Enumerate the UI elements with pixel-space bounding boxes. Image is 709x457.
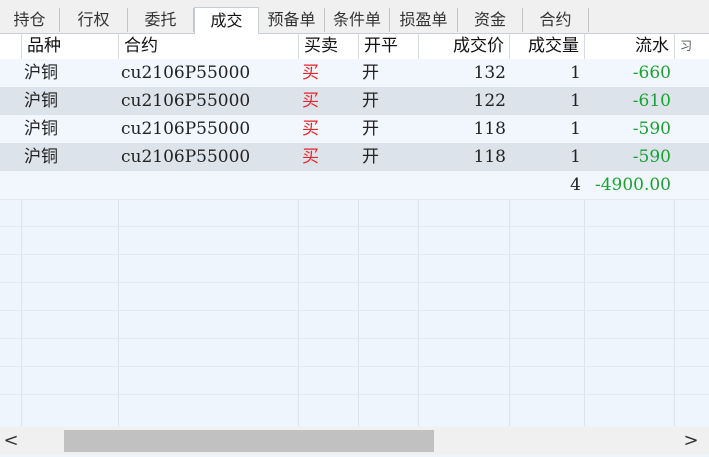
cell-contract: cu2106P55000 xyxy=(121,119,251,139)
table-row[interactable]: 沪铜 cu2106P55000 买 开 118 1 -590 xyxy=(0,115,709,143)
cell-flow: -590 xyxy=(632,147,671,167)
empty-row xyxy=(0,255,709,283)
column-header-qty[interactable]: 成交量 xyxy=(510,34,585,59)
empty-row xyxy=(0,227,709,255)
cell-contract: cu2106P55000 xyxy=(121,63,251,83)
cell-variety: 沪铜 xyxy=(24,119,58,139)
tab-exercise[interactable]: 行权 xyxy=(60,8,128,32)
scroll-right-icon[interactable]: > xyxy=(680,429,702,453)
tab-funds[interactable]: 资金 xyxy=(458,8,523,32)
tab-preorders[interactable]: 预备单 xyxy=(259,8,325,32)
empty-row xyxy=(0,311,709,339)
trades-table: 品种 合约 买卖 开平 成交价 成交量 流水 习 沪铜 cu2106P55000… xyxy=(0,34,709,426)
cell-price: 122 xyxy=(473,91,506,111)
tab-stop-profit[interactable]: 损盈单 xyxy=(390,8,458,32)
column-header-contract[interactable]: 合约 xyxy=(119,34,299,59)
horizontal-scrollbar[interactable]: < > xyxy=(0,427,709,455)
cell-flow: -660 xyxy=(632,63,671,83)
tab-conditional[interactable]: 条件单 xyxy=(325,8,390,32)
empty-row xyxy=(0,199,709,227)
column-header-openclose[interactable]: 开平 xyxy=(359,34,419,59)
totals-row: 4 -4900.00 xyxy=(0,171,709,200)
scroll-thumb[interactable] xyxy=(64,430,434,452)
empty-row xyxy=(0,339,709,367)
cell-qty: 1 xyxy=(570,91,581,111)
cell-side: 买 xyxy=(302,91,319,111)
column-header-partial[interactable]: 习 xyxy=(675,34,709,59)
table-row[interactable]: 沪铜 cu2106P55000 买 开 118 1 -590 xyxy=(0,143,709,171)
cell-openclose: 开 xyxy=(362,119,379,139)
cell-contract: cu2106P55000 xyxy=(121,147,251,167)
cell-side: 买 xyxy=(302,147,319,167)
total-qty: 4 xyxy=(570,175,581,195)
tab-positions[interactable]: 持仓 xyxy=(0,8,60,32)
tab-contracts[interactable]: 合约 xyxy=(523,8,589,32)
cell-openclose: 开 xyxy=(362,63,379,83)
cell-side: 买 xyxy=(302,119,319,139)
cell-flow: -590 xyxy=(632,119,671,139)
empty-row xyxy=(0,367,709,395)
cell-price: 118 xyxy=(473,147,506,167)
cell-variety: 沪铜 xyxy=(24,147,58,167)
column-header-side[interactable]: 买卖 xyxy=(299,34,359,59)
tab-orders[interactable]: 委托 xyxy=(128,8,194,32)
table-row[interactable]: 沪铜 cu2106P55000 买 开 132 1 -660 xyxy=(0,59,709,87)
cell-contract: cu2106P55000 xyxy=(121,91,251,111)
table-row[interactable]: 沪铜 cu2106P55000 买 开 122 1 -610 xyxy=(0,87,709,115)
cell-variety: 沪铜 xyxy=(24,63,58,83)
scroll-left-icon[interactable]: < xyxy=(0,429,22,453)
column-header-flow[interactable]: 流水 xyxy=(585,34,675,59)
cell-flow: -610 xyxy=(632,91,671,111)
tab-bar: 持仓 行权 委托 成交 预备单 条件单 损盈单 资金 合约 xyxy=(0,0,709,34)
table-header: 品种 合约 买卖 开平 成交价 成交量 流水 习 xyxy=(0,34,709,60)
cell-side: 买 xyxy=(302,63,319,83)
cell-qty: 1 xyxy=(570,119,581,139)
row-header-corner xyxy=(0,34,22,59)
cell-qty: 1 xyxy=(570,63,581,83)
total-flow: -4900.00 xyxy=(594,175,671,195)
column-header-price[interactable]: 成交价 xyxy=(419,34,510,59)
cell-price: 132 xyxy=(473,63,506,83)
cell-openclose: 开 xyxy=(362,91,379,111)
column-header-variety[interactable]: 品种 xyxy=(22,34,119,59)
cell-price: 118 xyxy=(473,119,506,139)
cell-qty: 1 xyxy=(570,147,581,167)
empty-row xyxy=(0,283,709,311)
cell-openclose: 开 xyxy=(362,147,379,167)
cell-variety: 沪铜 xyxy=(24,91,58,111)
tab-trades[interactable]: 成交 xyxy=(194,7,259,34)
